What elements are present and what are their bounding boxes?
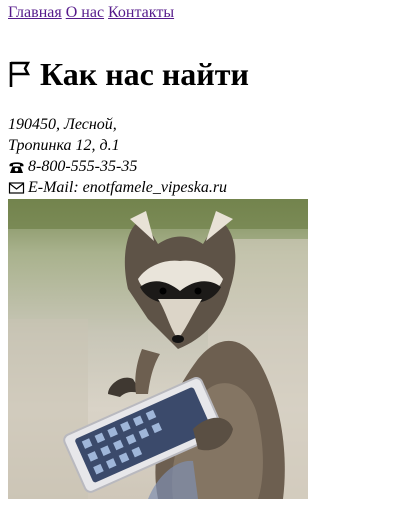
phone-icon (9, 161, 24, 173)
nav-link-home[interactable]: Главная (8, 4, 62, 21)
address-line-2: Тропинка 12, д.1 (8, 137, 120, 154)
phone-number: 8-800-555-35-35 (28, 158, 138, 175)
phone-row: 8-800-555-35-35 (8, 156, 406, 177)
email-address: E-Mail: enotfamele_vipeska.ru (28, 179, 228, 196)
page: Главная О нас Контакты Как нас найти 190… (0, 0, 414, 499)
envelope-icon (8, 181, 25, 194)
email-row: E-Mail: enotfamele_vipeska.ru (8, 177, 406, 198)
nav-link-contacts[interactable]: Контакты (108, 4, 174, 21)
raccoon-photo (8, 199, 308, 499)
contact-address: 190450, Лесной, Тропинка 12, д.1 8-800-5… (8, 114, 406, 198)
address-line-1: 190450, Лесной, (8, 116, 117, 133)
page-title: Как нас найти (40, 56, 249, 92)
raccoon-with-tablet-image (8, 199, 308, 499)
flag-icon (9, 61, 31, 87)
nav-link-about[interactable]: О нас (66, 4, 104, 21)
top-nav: Главная О нас Контакты (8, 0, 406, 22)
page-heading: Как нас найти (8, 56, 406, 92)
